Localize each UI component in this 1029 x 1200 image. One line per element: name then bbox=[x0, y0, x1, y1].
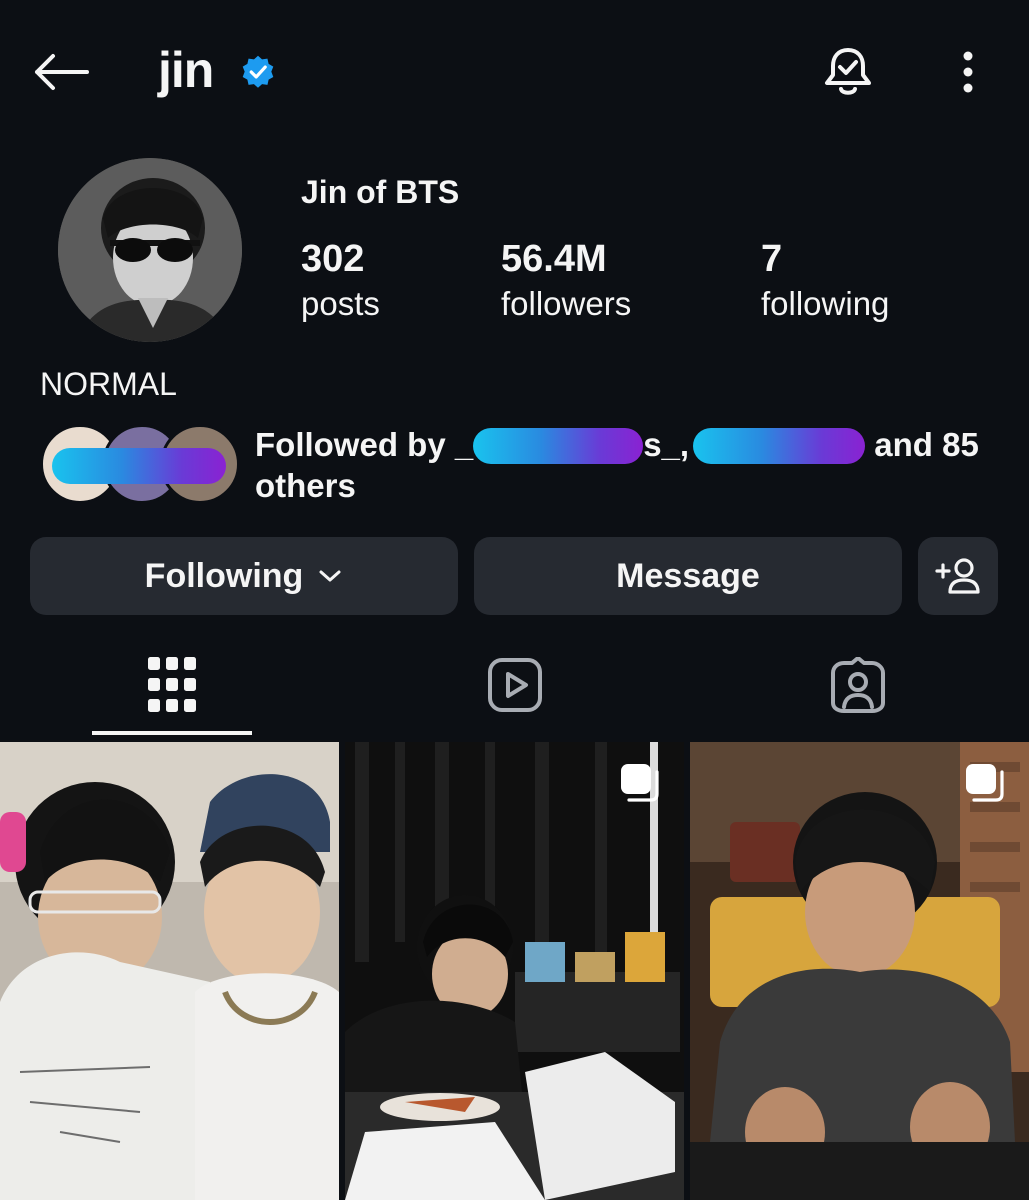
back-button[interactable] bbox=[28, 44, 92, 100]
tab-reels[interactable] bbox=[435, 636, 595, 734]
post-thumbnail[interactable] bbox=[690, 742, 1029, 1200]
redaction-mark bbox=[52, 448, 226, 484]
mutual-followers-avatars[interactable] bbox=[40, 424, 240, 504]
profile-bio: NORMAL bbox=[40, 366, 177, 402]
suggest-users-button[interactable] bbox=[918, 537, 998, 615]
profile-display-name: Jin of BTS bbox=[301, 174, 460, 210]
posts-count[interactable]: 302 posts bbox=[301, 236, 380, 326]
following-count[interactable]: 7 following bbox=[761, 236, 889, 326]
followed-by-suffix: and 85 bbox=[874, 426, 979, 463]
posts-count-value: 302 bbox=[301, 238, 365, 280]
profile-username: jin bbox=[158, 42, 214, 98]
posts-count-label: posts bbox=[301, 285, 380, 322]
following-count-value: 7 bbox=[761, 238, 783, 280]
active-tab-indicator bbox=[92, 731, 252, 735]
more-vertical-icon bbox=[963, 51, 973, 93]
followed-by-text[interactable]: Followed by _ s_, and 85 others bbox=[255, 424, 995, 506]
chevron-down-icon bbox=[319, 570, 341, 582]
verified-badge-icon bbox=[242, 55, 274, 88]
post-thumbnail[interactable] bbox=[345, 742, 684, 1200]
tab-posts-grid[interactable] bbox=[92, 636, 252, 734]
redacted-username bbox=[693, 428, 866, 465]
following-button[interactable]: Following bbox=[30, 537, 458, 615]
redacted-username bbox=[473, 428, 644, 465]
followers-count[interactable]: 56.4M followers bbox=[501, 236, 631, 326]
post-thumbnail[interactable] bbox=[0, 742, 339, 1200]
profile-avatar[interactable] bbox=[58, 158, 242, 342]
reels-icon bbox=[488, 658, 542, 712]
message-button[interactable]: Message bbox=[474, 537, 902, 615]
tab-tagged[interactable] bbox=[778, 636, 938, 734]
message-button-label: Message bbox=[616, 556, 760, 595]
post-photo bbox=[690, 742, 1029, 1200]
bell-check-icon bbox=[825, 48, 871, 95]
followed-by-separator: s_, bbox=[643, 426, 690, 463]
grid-icon bbox=[148, 657, 196, 712]
followed-by-prefix: Followed by _ bbox=[255, 426, 474, 463]
followed-by-others: others bbox=[255, 467, 356, 504]
avatar-photo bbox=[58, 158, 242, 342]
post-photo bbox=[345, 742, 684, 1200]
arrow-left-icon bbox=[35, 54, 89, 90]
more-options-button[interactable] bbox=[948, 44, 988, 100]
add-person-icon bbox=[935, 558, 980, 594]
followers-count-value: 56.4M bbox=[501, 238, 607, 280]
following-button-label: Following bbox=[144, 556, 304, 595]
post-photo bbox=[0, 742, 339, 1200]
tagged-person-icon bbox=[831, 657, 885, 713]
notifications-button[interactable] bbox=[820, 42, 876, 102]
followers-count-label: followers bbox=[501, 285, 632, 322]
following-count-label: following bbox=[761, 285, 890, 322]
